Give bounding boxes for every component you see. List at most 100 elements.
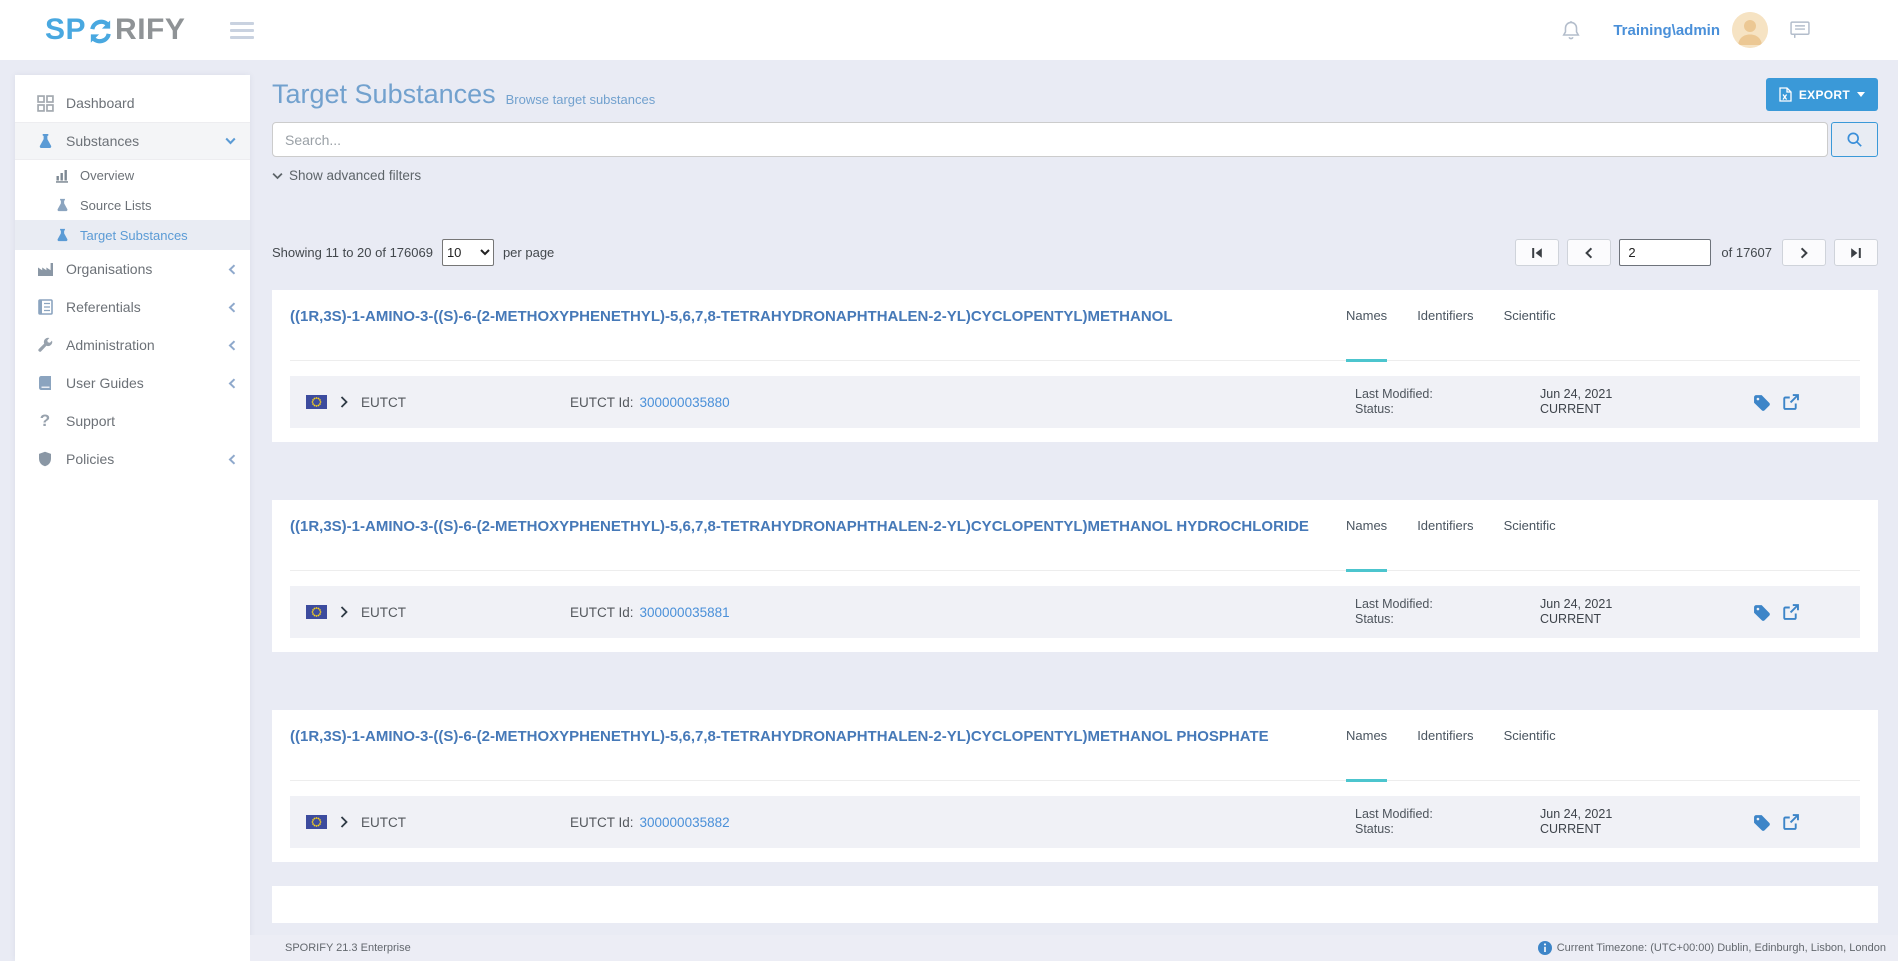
next-substance-card-partial (272, 886, 1878, 923)
advanced-filters-label: Show advanced filters (289, 168, 421, 183)
previous-page-button[interactable] (1567, 239, 1611, 266)
sidebar-item-target-substances[interactable]: Target Substances (15, 220, 250, 250)
tab-names[interactable]: Names (1346, 516, 1387, 572)
search-bar (272, 122, 1878, 157)
footer: SPORIFY 21.3 Enterprise Current Timezone… (250, 935, 1898, 961)
question-mark-icon: ? (35, 411, 55, 431)
per-page-select[interactable]: 10 (442, 239, 494, 266)
tab-scientific[interactable]: Scientific (1504, 726, 1556, 780)
top-header: SP RIFY Training\admin (0, 0, 1898, 60)
total-pages-label: of 17607 (1721, 245, 1772, 260)
export-button[interactable]: EXPORT (1766, 78, 1878, 111)
shield-icon (35, 451, 55, 467)
excel-file-icon (1779, 87, 1792, 102)
sidebar-item-source-lists[interactable]: Source Lists (15, 190, 250, 220)
tab-names[interactable]: Names (1346, 306, 1387, 362)
grid-icon (35, 95, 55, 112)
sidebar-label: Referentials (66, 299, 228, 315)
status-value: CURRENT (1540, 402, 1698, 417)
eutct-id-group: EUTCT Id: 300000035882 (556, 815, 1355, 830)
sporify-logo[interactable]: SP RIFY (45, 13, 185, 47)
external-link-icon[interactable] (1782, 603, 1800, 621)
page-title: Target Substances (272, 79, 496, 110)
search-button[interactable] (1831, 122, 1878, 157)
substance-meta: Last Modified: Status: Jun 24, 2021 CURR… (1355, 597, 1844, 627)
external-link-icon[interactable] (1782, 813, 1800, 831)
status-value: CURRENT (1540, 612, 1698, 627)
bar-chart-icon (53, 168, 71, 183)
source-name: EUTCT (361, 395, 406, 410)
eutct-id-group: EUTCT Id: 300000035881 (556, 605, 1355, 620)
eu-flag-icon (306, 395, 327, 409)
sidebar-item-user-guides[interactable]: User Guides (15, 364, 250, 402)
substance-name[interactable]: ((1R,3S)-1-AMINO-3-((S)-6-(2-METHOXYPHEN… (290, 726, 1346, 780)
last-modified-label: Last Modified: (1355, 387, 1540, 402)
last-modified-value: Jun 24, 2021 (1540, 597, 1698, 612)
eutct-id-label: EUTCT Id: (570, 605, 634, 620)
sidebar-item-administration[interactable]: Administration (15, 326, 250, 364)
tab-scientific[interactable]: Scientific (1504, 306, 1556, 360)
sidebar-item-organisations[interactable]: Organisations (15, 250, 250, 288)
status-label: Status: (1355, 402, 1540, 417)
eutct-id-link[interactable]: 300000035882 (640, 815, 730, 830)
search-input[interactable] (272, 122, 1828, 157)
list-controls: Showing 11 to 20 of 176069 10 per page o… (272, 239, 1878, 266)
source-group: EUTCT (306, 815, 556, 830)
sidebar-item-support[interactable]: ? Support (15, 402, 250, 440)
show-advanced-filters-toggle[interactable]: Show advanced filters (272, 168, 421, 183)
sidebar-label: Policies (66, 451, 228, 467)
eutct-id-link[interactable]: 300000035880 (640, 395, 730, 410)
substance-name[interactable]: ((1R,3S)-1-AMINO-3-((S)-6-(2-METHOXYPHEN… (290, 516, 1346, 570)
tag-icon[interactable] (1753, 604, 1772, 621)
sidebar: Dashboard Substances Overview (15, 75, 250, 961)
username[interactable]: Training\admin (1613, 22, 1720, 39)
tab-identifiers[interactable]: Identifiers (1417, 516, 1473, 570)
notifications-bell-icon[interactable] (1561, 20, 1581, 41)
expand-chevron-icon[interactable] (340, 816, 348, 828)
tab-identifiers[interactable]: Identifiers (1417, 306, 1473, 360)
pagination: of 17607 (1515, 239, 1878, 266)
tab-scientific[interactable]: Scientific (1504, 516, 1556, 570)
expand-chevron-icon[interactable] (340, 396, 348, 408)
next-page-button[interactable] (1782, 239, 1826, 266)
app-version: SPORIFY 21.3 Enterprise (285, 942, 411, 954)
source-group: EUTCT (306, 395, 556, 410)
sidebar-item-substances[interactable]: Substances (15, 122, 250, 160)
sidebar-item-dashboard[interactable]: Dashboard (15, 84, 250, 122)
sidebar-item-policies[interactable]: Policies (15, 440, 250, 478)
sidebar-label: Administration (66, 337, 228, 353)
substance-meta: Last Modified: Status: Jun 24, 2021 CURR… (1355, 807, 1844, 837)
sidebar-item-overview[interactable]: Overview (15, 160, 250, 190)
sidebar-label: Overview (80, 168, 134, 183)
external-link-icon[interactable] (1782, 393, 1800, 411)
chevron-left-icon (228, 378, 236, 389)
page-number-input[interactable] (1619, 239, 1711, 266)
sidebar-label: Organisations (66, 261, 228, 277)
eutct-id-label: EUTCT Id: (570, 395, 634, 410)
tag-icon[interactable] (1753, 814, 1772, 831)
expand-chevron-icon[interactable] (340, 606, 348, 618)
tab-names[interactable]: Names (1346, 726, 1387, 782)
substance-card-header: ((1R,3S)-1-AMINO-3-((S)-6-(2-METHOXYPHEN… (290, 726, 1860, 781)
last-page-button[interactable] (1834, 239, 1878, 266)
hamburger-menu-icon[interactable] (230, 22, 254, 39)
flask-icon (53, 228, 71, 242)
substance-card: ((1R,3S)-1-AMINO-3-((S)-6-(2-METHOXYPHEN… (272, 500, 1878, 652)
tab-identifiers[interactable]: Identifiers (1417, 726, 1473, 780)
substance-tabs: Names Identifiers Scientific (1346, 516, 1860, 570)
status-label: Status: (1355, 612, 1540, 627)
sidebar-label: Target Substances (80, 228, 188, 243)
chat-icon[interactable] (1790, 21, 1810, 39)
logo-text-rify: RIFY (115, 13, 185, 47)
sidebar-item-referentials[interactable]: Referentials (15, 288, 250, 326)
substance-name[interactable]: ((1R,3S)-1-AMINO-3-((S)-6-(2-METHOXYPHEN… (290, 306, 1346, 360)
avatar[interactable] (1732, 12, 1768, 48)
page-subtitle: Browse target substances (506, 83, 656, 107)
info-icon (1538, 941, 1552, 955)
showing-results-text: Showing 11 to 20 of 176069 (272, 245, 433, 260)
first-page-button[interactable] (1515, 239, 1559, 266)
chevron-down-icon (225, 137, 236, 145)
flask-icon (35, 133, 55, 149)
tag-icon[interactable] (1753, 394, 1772, 411)
eutct-id-link[interactable]: 300000035881 (640, 605, 730, 620)
